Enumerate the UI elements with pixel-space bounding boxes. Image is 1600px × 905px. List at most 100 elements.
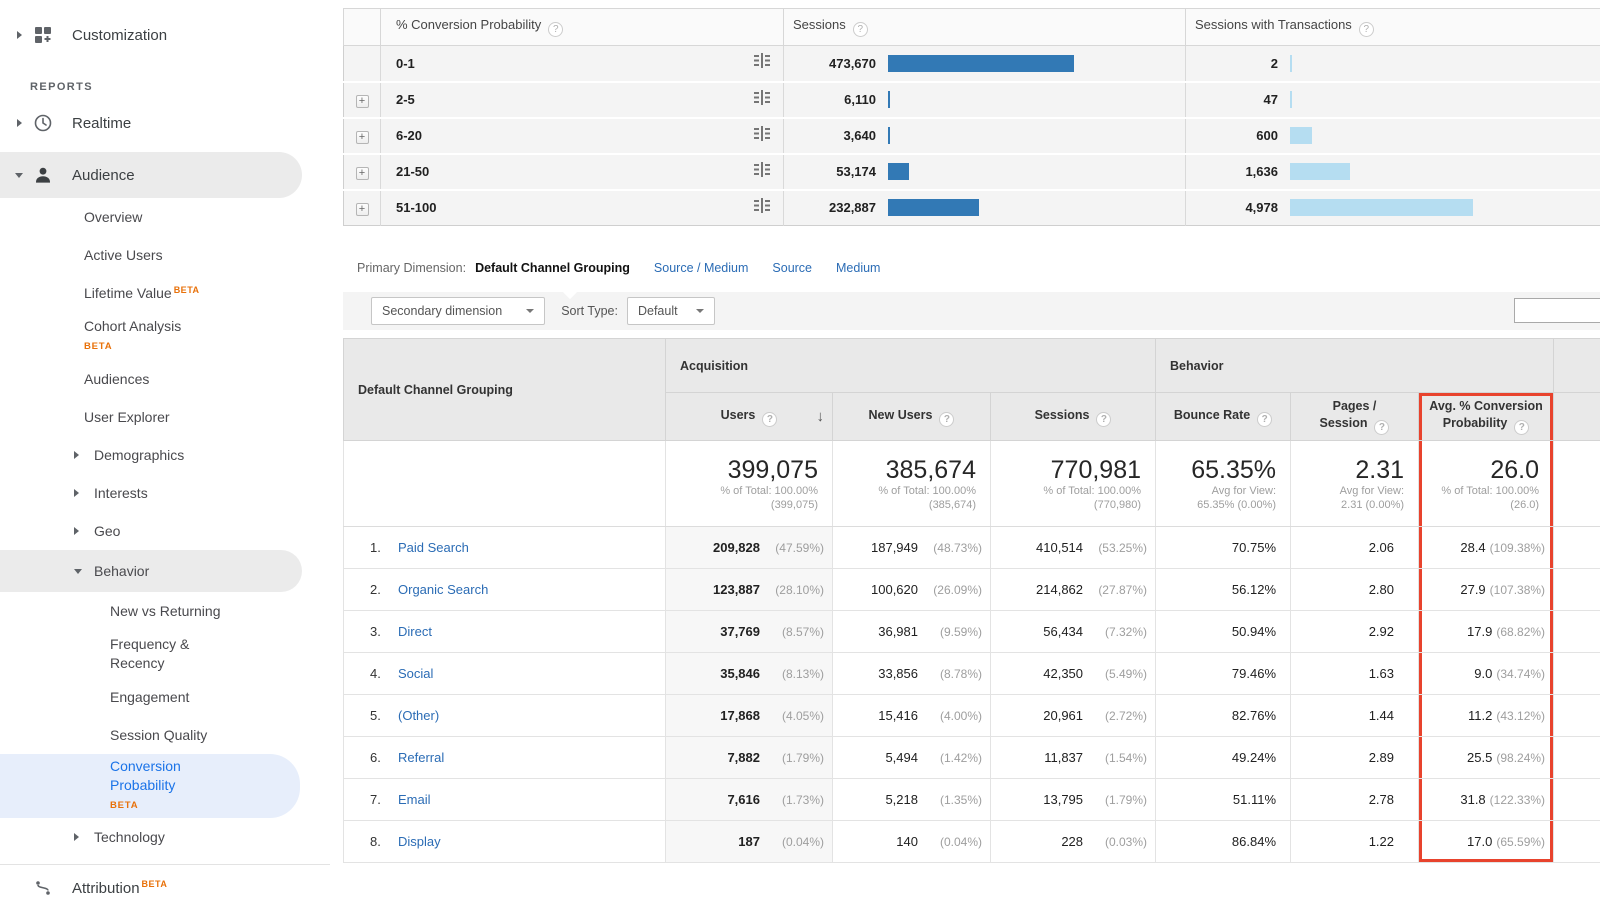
column-header-sessions[interactable]: Sessions? <box>991 393 1156 441</box>
sidebar-item-technology[interactable]: Technology <box>0 818 330 856</box>
row-spacer-cell <box>1554 611 1600 653</box>
new-users-percent: (4.00%) <box>926 709 982 723</box>
sidebar-item-engagement[interactable]: Engagement <box>0 678 330 716</box>
sidebar-item-audience[interactable]: Audience <box>0 152 302 198</box>
metric-bar <box>888 163 909 180</box>
channel-link[interactable]: Email <box>398 792 431 807</box>
sidebar-item-new-vs-returning[interactable]: New vs Returning <box>0 592 330 630</box>
pivot-icon[interactable] <box>754 162 771 182</box>
help-icon[interactable]: ? <box>939 412 954 427</box>
sidebar-item-realtime[interactable]: Realtime <box>0 100 330 146</box>
sidebar-item-lifetime-value[interactable]: Lifetime ValueBETA <box>0 274 330 312</box>
metric-bar <box>888 127 890 144</box>
channel-link[interactable]: Display <box>398 834 441 849</box>
sidebar-item-customization[interactable]: Customization <box>0 12 330 58</box>
channel-cell: 5.(Other) <box>344 695 666 737</box>
pivot-dimension-header[interactable]: % Conversion Probability? <box>381 9 784 46</box>
sidebar-item-audiences[interactable]: Audiences <box>0 360 330 398</box>
metric-value: 473,670 <box>792 56 876 71</box>
primary-dimension-link-source-medium[interactable]: Source / Medium <box>654 261 748 275</box>
totals-subtext: Avg for View: <box>1291 484 1404 498</box>
chevron-right-icon[interactable] <box>74 451 94 459</box>
clock-icon <box>30 113 56 133</box>
chevron-right-icon[interactable] <box>74 833 94 841</box>
help-icon[interactable]: ? <box>1257 412 1272 427</box>
sidebar-item-demographics[interactable]: Demographics <box>0 436 330 474</box>
sessions-cell: 410,514(53.25%) <box>991 527 1156 569</box>
sidebar-item-user-explorer[interactable]: User Explorer <box>0 398 330 436</box>
help-icon[interactable]: ? <box>1374 420 1389 435</box>
row-number: 3. <box>370 624 398 639</box>
sort-type-button[interactable]: Default <box>627 297 715 325</box>
chevron-right-icon[interactable] <box>8 119 30 127</box>
pivot-icon[interactable] <box>754 126 771 146</box>
pivot-transactions-cell: 4,978 <box>1186 190 1600 226</box>
primary-dimension-link-medium[interactable]: Medium <box>836 261 880 275</box>
sidebar-item-attribution[interactable]: AttributionBETA <box>0 865 330 905</box>
row-number: 4. <box>370 666 398 681</box>
table-row: 4.Social35,846(8.13%)33,856(8.78%)42,350… <box>344 653 1600 695</box>
sidebar-item-label: Cohort AnalysisBETA <box>84 317 181 356</box>
sidebar-item-geo[interactable]: Geo <box>0 512 330 550</box>
column-header-pages-session[interactable]: Pages /Session? <box>1291 393 1419 441</box>
channel-link[interactable]: Social <box>398 666 433 681</box>
sort-descending-icon[interactable]: ↓ <box>817 408 825 425</box>
pivot-icon[interactable] <box>754 198 771 218</box>
channel-link[interactable]: Paid Search <box>398 540 469 555</box>
sidebar-item-overview[interactable]: Overview <box>0 198 330 236</box>
totals-subtext: % of Total: 100.00% <box>666 484 818 498</box>
avg-conversion-percent: (107.38%) <box>1490 583 1545 597</box>
chevron-right-icon[interactable] <box>8 31 30 39</box>
totals-cell: 770,981% of Total: 100.00%(770,980) <box>991 441 1156 527</box>
sessions-value: 410,514 <box>1036 540 1083 555</box>
pivot-icon[interactable] <box>754 53 771 73</box>
help-icon[interactable]: ? <box>1096 412 1111 427</box>
chevron-right-icon[interactable] <box>74 489 94 497</box>
primary-dimension-selected[interactable]: Default Channel Grouping <box>475 261 630 275</box>
sidebar-item-active-users[interactable]: Active Users <box>0 236 330 274</box>
chevron-down-icon[interactable] <box>8 173 30 178</box>
table-search-input[interactable] <box>1514 298 1600 323</box>
primary-dimension-link-source[interactable]: Source <box>772 261 812 275</box>
sidebar-item-label: Interests <box>94 485 148 501</box>
sidebar-item-session-quality[interactable]: Session Quality <box>0 716 330 754</box>
channel-link[interactable]: Direct <box>398 624 432 639</box>
sidebar-item-cohort-analysis[interactable]: Cohort AnalysisBETA <box>0 312 330 360</box>
pivot-dimension-header-label: % Conversion Probability <box>396 17 541 32</box>
help-icon[interactable]: ? <box>548 22 563 37</box>
help-icon[interactable]: ? <box>1359 22 1374 37</box>
sidebar-item-interests[interactable]: Interests <box>0 474 330 512</box>
column-header-new-users[interactable]: New Users? <box>833 393 991 441</box>
totals-spacer-cell <box>1554 441 1600 527</box>
column-header-avg-conversion-probability[interactable]: Avg. % ConversionProbability? <box>1419 393 1554 441</box>
pivot-transactions-header[interactable]: Sessions with Transactions? <box>1186 9 1600 46</box>
channel-link[interactable]: (Other) <box>398 708 439 723</box>
chevron-right-icon[interactable] <box>74 527 94 535</box>
column-header-users[interactable]: Users?↓ <box>666 393 833 441</box>
help-icon[interactable]: ? <box>762 412 777 427</box>
channel-link[interactable]: Organic Search <box>398 582 488 597</box>
expand-plus-button[interactable]: + <box>356 95 369 108</box>
expand-plus-button[interactable]: + <box>356 203 369 216</box>
chevron-down-icon[interactable] <box>74 569 94 574</box>
secondary-dimension-button[interactable]: Secondary dimension <box>371 297 545 325</box>
row-spacer-cell <box>1554 821 1600 863</box>
sidebar-item-label: New vs Returning <box>110 603 221 619</box>
sidebar-item-behavior[interactable]: Behavior <box>0 550 302 592</box>
new-users-cell: 5,218(1.35%) <box>833 779 991 821</box>
pivot-icon[interactable] <box>754 90 771 110</box>
pivot-sessions-header[interactable]: Sessions? <box>784 9 1186 46</box>
column-header-default-channel-grouping[interactable]: Default Channel Grouping <box>344 339 666 441</box>
avg-conversion-value: 25.5 <box>1467 750 1492 765</box>
column-header-bounce-rate[interactable]: Bounce Rate? <box>1156 393 1291 441</box>
expand-plus-button[interactable]: + <box>356 167 369 180</box>
sidebar-item-frequency[interactable]: Frequency &Recency <box>0 630 330 678</box>
channel-link[interactable]: Referral <box>398 750 444 765</box>
help-icon[interactable]: ? <box>853 22 868 37</box>
help-icon[interactable]: ? <box>1514 420 1529 435</box>
totals-value: 385,674 <box>833 456 976 484</box>
sessions-cell: 20,961(2.72%) <box>991 695 1156 737</box>
expand-plus-button[interactable]: + <box>356 131 369 144</box>
pages-session-cell: 2.80 <box>1291 569 1419 611</box>
sidebar-item-conversion[interactable]: ConversionProbabilityBETA <box>0 754 300 818</box>
